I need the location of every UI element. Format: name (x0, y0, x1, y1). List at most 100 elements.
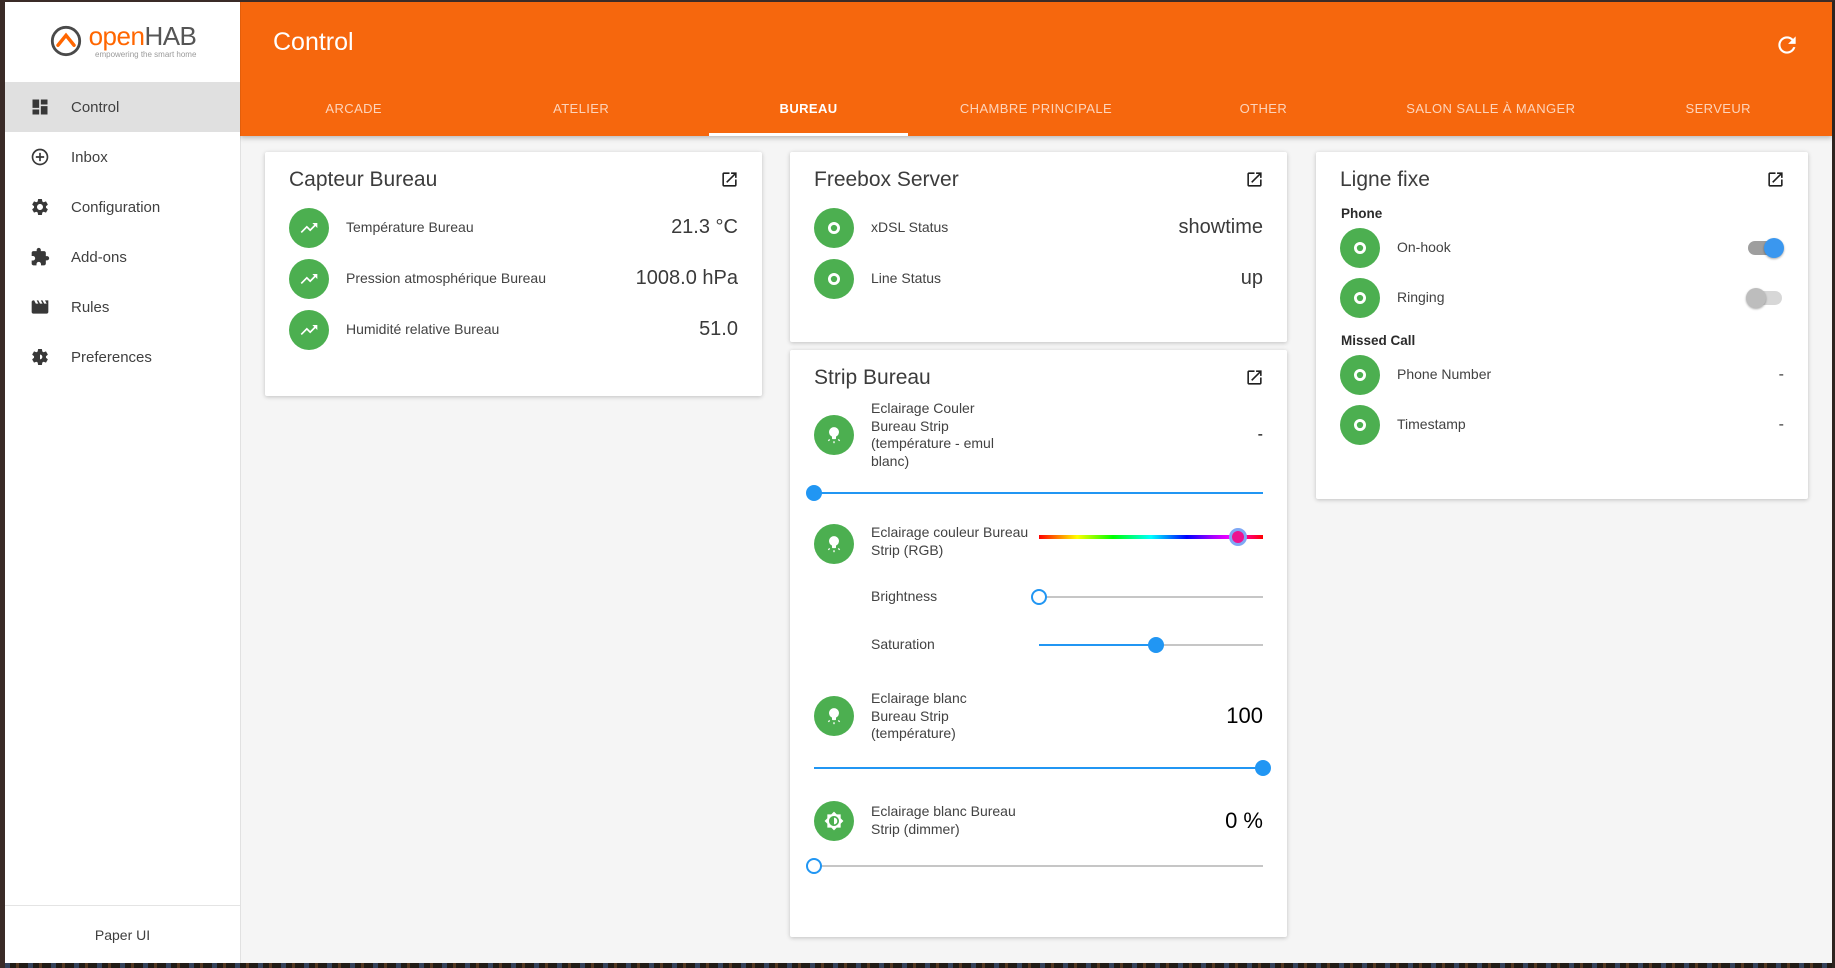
sidebar-item-rules[interactable]: Rules (5, 282, 240, 332)
item-value: 1008.0 hPa (635, 267, 738, 289)
item-label: Pression atmosphérique Bureau (346, 269, 547, 286)
item-value: up (1240, 267, 1263, 289)
tab-salon-salle-a-manger[interactable]: SALON SALLE À MANGER (1377, 80, 1604, 136)
item-row-phone-number: Phone Number - (1340, 350, 1784, 400)
item-row-blanc-temperature: Eclairage blanc Bureau Strip (températur… (814, 690, 1263, 743)
ringing-toggle[interactable] (1746, 288, 1784, 308)
item-label: Brightness (871, 588, 938, 605)
item-row-xdsl-status: xDSL Status showtime (814, 202, 1263, 253)
tab-arcade[interactable]: ARCADE (240, 80, 467, 136)
item-label: Line Status (871, 269, 942, 286)
item-value: 0 % (1225, 807, 1263, 833)
card-freebox-server: Freebox Server xDSL Status showtime Line… (790, 152, 1287, 342)
open-in-new-icon (1768, 172, 1783, 187)
app-header: Control ARCADE ATELIER BUREAU CHAMBRE PR… (240, 2, 1832, 136)
item-label: Température Bureau (346, 218, 474, 235)
paper-ui-footer-link[interactable]: Paper UI (5, 905, 240, 963)
trending-up-icon (289, 207, 329, 248)
tab-bureau[interactable]: BUREAU (695, 80, 922, 136)
add-circle-icon (31, 148, 49, 166)
item-value: - (1257, 426, 1263, 443)
card-title: Capteur Bureau (289, 168, 438, 191)
blanc-dimmer-slider[interactable] (806, 855, 1263, 877)
item-value: 21.3 °C (671, 216, 738, 238)
openhab-logo: openHAB empowering the smart home (5, 2, 240, 80)
item-label: Humidité relative Bureau (346, 320, 500, 337)
slider-thumb[interactable] (1147, 637, 1164, 653)
refresh-button[interactable] (1774, 32, 1802, 60)
edit-item-button[interactable] (1245, 170, 1265, 190)
rgb-hue-slider[interactable] (1039, 526, 1263, 548)
gear-icon (32, 199, 48, 215)
sidebar-item-label: Control (71, 98, 120, 116)
brightness-slider[interactable] (1031, 586, 1263, 608)
item-row-saturation: Saturation (814, 634, 1263, 656)
trending-up-icon (289, 309, 329, 350)
movie-icon (31, 300, 49, 314)
sidebar-item-label: Preferences (71, 348, 152, 366)
edit-item-button[interactable] (1766, 170, 1786, 190)
saturation-slider[interactable] (1039, 634, 1263, 656)
slider-fill (814, 766, 1263, 769)
preferences-gear-icon (32, 349, 48, 365)
card-capteur-bureau: Capteur Bureau Température Bureau 21.3 °… (265, 152, 762, 396)
item-label: Eclairage couleur Bureau Strip (RGB) (871, 524, 1029, 558)
slider-thumb[interactable] (1031, 589, 1048, 605)
card-ligne-fixe: Ligne fixe Phone On-hook Ringing Missed … (1316, 152, 1808, 499)
section-label-missed-call: Missed Call (1341, 333, 1416, 348)
slider-fill (1039, 644, 1156, 646)
open-in-new-icon (1247, 370, 1262, 385)
lightbulb-icon (814, 415, 854, 455)
sidebar-item-label: Inbox (71, 148, 108, 166)
app-window: openHAB empowering the smart home Contro… (0, 0, 1835, 968)
sidebar: openHAB empowering the smart home Contro… (5, 2, 240, 968)
blanc-temperature-slider[interactable] (814, 757, 1271, 779)
item-row-pression: Pression atmosphérique Bureau 1008.0 hPa (289, 253, 738, 304)
onhook-toggle[interactable] (1746, 238, 1784, 258)
item-value: 51.0 (699, 318, 738, 340)
card-title: Strip Bureau (814, 366, 931, 389)
sidebar-item-inbox[interactable]: Inbox (5, 132, 240, 182)
tab-other[interactable]: OTHER (1150, 80, 1377, 136)
dashboard-icon (32, 99, 48, 115)
sidebar-item-control[interactable]: Control (5, 82, 240, 132)
item-label: Timestamp (1397, 416, 1466, 433)
brightness-icon (814, 800, 854, 841)
item-row-onhook: On-hook (1340, 223, 1784, 273)
slider-thumb[interactable] (806, 485, 822, 501)
puzzle-icon (31, 247, 50, 266)
item-row-humidite: Humidité relative Bureau 51.0 (289, 304, 738, 355)
open-in-new-icon (722, 172, 737, 187)
item-row-emul-blanc: Eclairage Couler Bureau Strip (températu… (814, 400, 1263, 470)
item-row-rgb: Eclairage couleur Bureau Strip (RGB) (814, 524, 1263, 564)
item-value: 100 (1226, 703, 1263, 729)
status-ring-icon (814, 207, 854, 248)
item-value: showtime (1178, 216, 1263, 238)
open-in-new-icon (1247, 172, 1262, 187)
sidebar-item-preferences[interactable]: Preferences (5, 332, 240, 382)
slider-thumb[interactable] (1255, 759, 1271, 776)
section-label-phone: Phone (1341, 206, 1383, 221)
edit-item-button[interactable] (720, 170, 740, 190)
tab-serveur[interactable]: SERVEUR (1605, 80, 1832, 136)
slider-thumb[interactable] (1229, 528, 1248, 546)
item-label: Phone Number (1397, 366, 1492, 383)
edit-item-button[interactable] (1245, 368, 1265, 388)
status-ring-icon (1340, 355, 1380, 395)
item-row-brightness: Brightness (814, 586, 1263, 608)
item-label: Eclairage blanc Bureau Strip (températur… (871, 690, 967, 741)
card-title: Freebox Server (814, 168, 959, 191)
sidebar-item-label: Configuration (71, 198, 161, 216)
slider-thumb[interactable] (806, 857, 822, 874)
tab-atelier[interactable]: ATELIER (467, 80, 694, 136)
sidebar-item-addons[interactable]: Add-ons (5, 232, 240, 282)
card-title: Ligne fixe (1340, 168, 1430, 191)
item-label: Saturation (871, 636, 935, 653)
logo-wordmark: openHAB (88, 21, 197, 51)
sidebar-item-configuration[interactable]: Configuration (5, 182, 240, 232)
status-ring-icon (1340, 278, 1380, 318)
emul-blanc-slider[interactable] (806, 482, 1263, 504)
tab-chambre-principale[interactable]: CHAMBRE PRINCIPALE (922, 80, 1149, 136)
item-row-blanc-dimmer: Eclairage blanc Bureau Strip (dimmer) 0 … (814, 800, 1263, 841)
status-ring-icon (814, 258, 854, 299)
